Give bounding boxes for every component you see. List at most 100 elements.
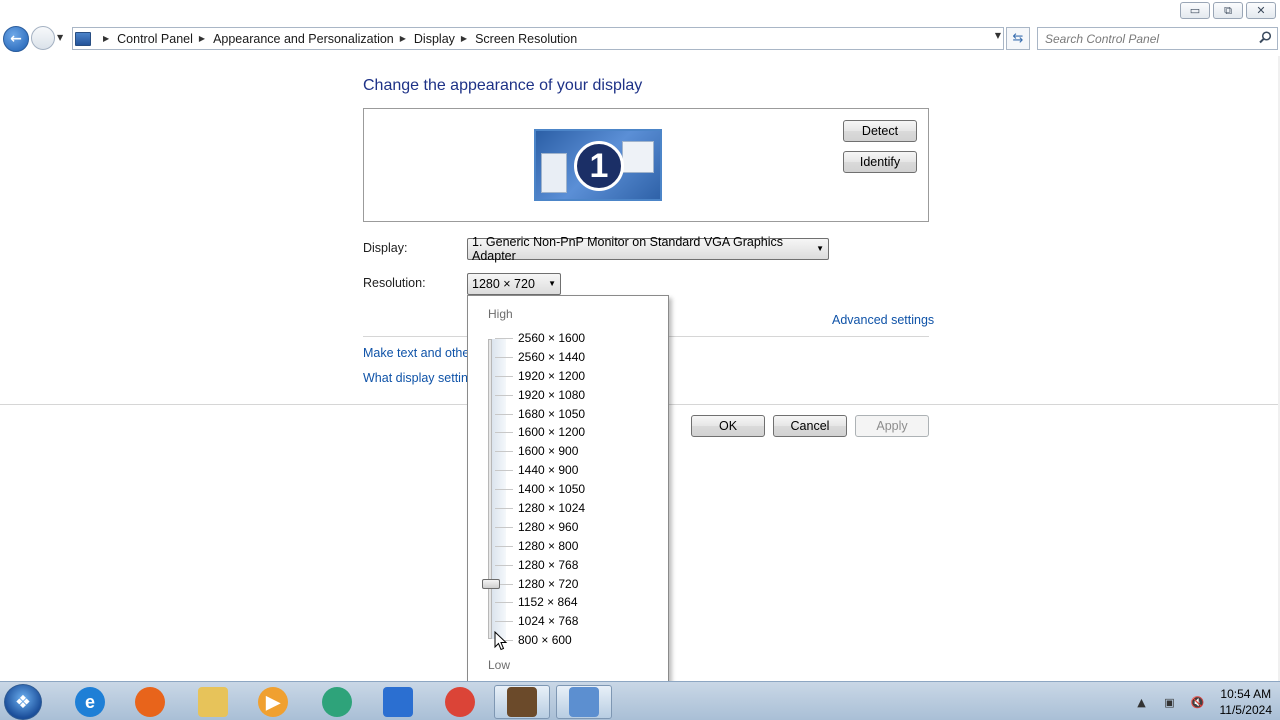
advanced-settings-link[interactable]: Advanced settings	[832, 313, 934, 327]
slider-tick	[495, 545, 513, 547]
resolution-option[interactable]: 1280 × 960	[468, 518, 668, 537]
breadcrumb-appearance[interactable]: Appearance and Personalization	[213, 32, 394, 46]
display-settings-help-link[interactable]: What display setting	[363, 371, 467, 385]
resolution-select-value: 1280 × 720	[472, 277, 535, 291]
chevron-right-icon[interactable]: ▶	[103, 34, 109, 43]
resolution-option-label: 800 × 600	[518, 633, 572, 648]
detect-button[interactable]: Detect	[843, 120, 917, 142]
resolution-dropdown: High 2560 × 1600 2560 × 1440 1920 × 1200 19…	[467, 295, 669, 683]
game-app-icon	[507, 687, 537, 717]
resolution-option[interactable]: 1440 × 900	[468, 461, 668, 480]
taskbar-app-internet-explorer[interactable]: e	[62, 685, 118, 719]
resolution-option[interactable]: 1400 × 1050	[468, 480, 668, 499]
resolution-option-label: 1440 × 900	[518, 463, 579, 478]
address-dropdown-icon[interactable]: ▼	[995, 31, 1001, 40]
apply-button[interactable]: Apply	[855, 415, 929, 437]
network-icon[interactable]: ▣	[1162, 694, 1178, 710]
taskbar-app-game-app[interactable]	[494, 685, 550, 719]
navigation-bar: ← ▼ ▶ Control Panel ▶ Appearance and Per…	[0, 25, 1280, 53]
slider-tick	[495, 508, 513, 510]
back-button[interactable]: ←	[3, 26, 29, 52]
slider-tick	[495, 356, 513, 358]
resolution-option-label: 1600 × 1200	[518, 425, 586, 440]
make-text-larger-link[interactable]: Make text and other	[363, 346, 467, 360]
slider-tick	[495, 526, 513, 528]
resolution-option[interactable]: 1600 × 900	[468, 442, 668, 461]
breadcrumb-screen-resolution[interactable]: Screen Resolution	[475, 32, 577, 46]
resolution-option[interactable]: 2560 × 1600	[468, 329, 668, 348]
search-input[interactable]: Search Control Panel	[1037, 27, 1278, 50]
search-icon[interactable]	[1259, 31, 1272, 44]
back-arrow-icon: ←	[10, 31, 22, 47]
taskbar-app-file-explorer[interactable]	[185, 685, 241, 719]
resolution-option[interactable]: 1680 × 1050	[468, 405, 668, 424]
control-panel-icon	[569, 687, 599, 717]
taskbar-app-firefox[interactable]	[122, 685, 178, 719]
video-editor-icon	[383, 687, 413, 717]
high-label: High	[488, 307, 513, 321]
resolution-slider-thumb[interactable]	[482, 579, 500, 589]
close-button[interactable]: ✕	[1246, 2, 1276, 19]
taskbar-app-chrome[interactable]	[432, 685, 488, 719]
resolution-select[interactable]: 1280 × 720 ▼	[467, 273, 561, 295]
resolution-option[interactable]: 1600 × 1200	[468, 423, 668, 442]
monitor-icon[interactable]: 1	[534, 129, 662, 201]
start-button[interactable]: ❖	[4, 684, 42, 720]
resolution-option[interactable]: 1920 × 1080	[468, 386, 668, 405]
window-thumbnail-icon	[541, 153, 567, 193]
address-bar[interactable]: ▶ Control Panel ▶ Appearance and Persona…	[72, 27, 1004, 50]
resolution-option[interactable]: 1280 × 768	[468, 556, 668, 575]
resolution-option-label: 1400 × 1050	[518, 482, 586, 497]
taskbar-app-control-panel[interactable]	[556, 685, 612, 719]
volume-muted-icon[interactable]: 🔇	[1190, 694, 1206, 710]
maximize-button[interactable]: ⧉	[1213, 2, 1243, 19]
resolution-option[interactable]: 1280 × 1024	[468, 499, 668, 518]
breadcrumb-control-panel[interactable]: Control Panel	[117, 32, 193, 46]
resolution-options: 2560 × 1600 2560 × 1440 1920 × 1200 1920 × …	[468, 329, 668, 650]
slider-tick	[495, 602, 513, 604]
clock-time: 10:54 AM	[1220, 687, 1272, 701]
breadcrumb-display[interactable]: Display	[414, 32, 455, 46]
identify-button[interactable]: Identify	[843, 151, 917, 173]
clock[interactable]: 10:54 AM 11/5/2024	[1220, 686, 1273, 718]
window-controls: ▭ ⧉ ✕	[1180, 2, 1276, 19]
show-hidden-icons-icon[interactable]: ▲	[1134, 694, 1150, 710]
resolution-option[interactable]: 1152 × 864	[468, 593, 668, 612]
media-player-icon: ▶	[258, 687, 288, 717]
slider-tick	[495, 394, 513, 396]
ok-button[interactable]: OK	[691, 415, 765, 437]
taskbar: ❖ e ▶ ▲ ▣ 🔇 10:54 AM 11/5/2024	[0, 681, 1280, 720]
resolution-option-label: 1024 × 768	[518, 614, 579, 629]
resolution-option[interactable]: 2560 × 1440	[468, 348, 668, 367]
resolution-option-label: 1600 × 900	[518, 444, 579, 459]
resolution-option-label: 1280 × 720	[518, 576, 579, 591]
minimize-button[interactable]: ▭	[1180, 2, 1210, 19]
refresh-button[interactable]: ⇆	[1006, 27, 1030, 50]
resolution-label: Resolution:	[363, 276, 426, 290]
cancel-button[interactable]: Cancel	[773, 415, 847, 437]
resolution-option[interactable]: 1024 × 768	[468, 612, 668, 631]
recent-pages-button[interactable]: ▼	[57, 33, 67, 43]
resolution-option[interactable]: 1920 × 1200	[468, 367, 668, 386]
forward-button[interactable]	[31, 26, 55, 50]
chevron-right-icon[interactable]: ▶	[400, 34, 406, 43]
chevron-down-icon: ▼	[548, 279, 556, 288]
taskbar-app-media-player[interactable]: ▶	[245, 685, 301, 719]
chevron-right-icon[interactable]: ▶	[461, 34, 467, 43]
resolution-option-label: 1280 × 1024	[518, 501, 586, 516]
clock-date: 11/5/2024	[1219, 703, 1273, 717]
slider-tick	[495, 621, 513, 623]
slider-tick	[495, 432, 513, 434]
taskbar-app-chat-app[interactable]	[309, 685, 365, 719]
slider-tick	[495, 489, 513, 491]
monitor-number: 1	[574, 141, 624, 191]
resolution-option-label: 1920 × 1080	[518, 387, 586, 402]
taskbar-app-video-editor[interactable]	[370, 685, 426, 719]
chevron-right-icon[interactable]: ▶	[199, 34, 205, 43]
resolution-option-label: 1152 × 864	[518, 595, 578, 610]
resolution-option-label: 1680 × 1050	[518, 406, 586, 421]
display-select[interactable]: 1. Generic Non-PnP Monitor on Standard V…	[467, 235, 829, 263]
title-bar: ▭ ⧉ ✕	[0, 0, 1280, 24]
resolution-option-label: 2560 × 1440	[518, 349, 586, 364]
resolution-option[interactable]: 1280 × 800	[468, 537, 668, 556]
